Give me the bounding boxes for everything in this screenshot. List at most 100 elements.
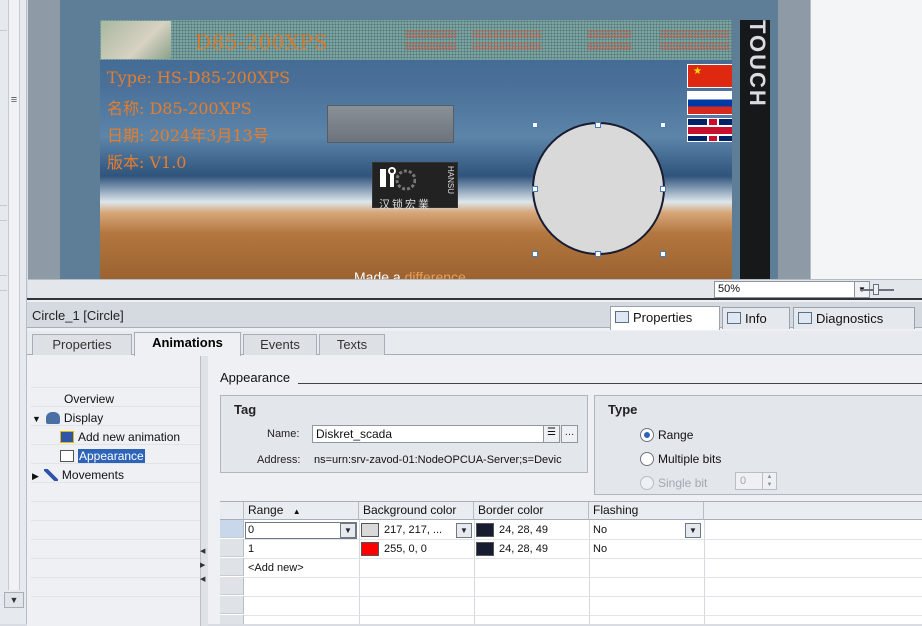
hmi-gray-button[interactable] xyxy=(327,105,454,143)
grid-line xyxy=(589,520,590,624)
border-color-swatch[interactable] xyxy=(476,542,494,556)
flashing-cell[interactable]: No xyxy=(593,541,673,558)
tag-list-button[interactable]: ☰ xyxy=(543,425,560,443)
tree-row-divider xyxy=(31,482,203,483)
gutter-divider xyxy=(0,275,7,276)
single-bit-stepper[interactable]: 0 ▲ ▼ xyxy=(735,472,777,490)
range-cell[interactable]: 1 xyxy=(248,541,338,558)
uk-flag-button[interactable] xyxy=(687,118,732,142)
china-flag-button[interactable]: ★ xyxy=(687,64,732,88)
selection-handle[interactable] xyxy=(660,186,666,192)
gutter-divider xyxy=(0,290,7,291)
tag-browse-button[interactable]: … xyxy=(561,425,578,443)
grip-icon[interactable]: ≡ xyxy=(9,92,19,108)
zoom-slider-thumb[interactable] xyxy=(873,284,879,295)
bg-color-cell[interactable]: 217, 217, ... xyxy=(384,522,454,539)
subtab-properties[interactable]: Properties xyxy=(32,334,132,355)
multiple-bits-radio-label: Multiple bits xyxy=(658,452,722,466)
tree-row-divider xyxy=(31,558,203,559)
tree-item-movements[interactable]: ▶ Movements xyxy=(32,468,124,482)
row-header[interactable] xyxy=(220,615,244,624)
tag-name-field[interactable]: Diskret_scada xyxy=(312,425,544,443)
zoom-select[interactable]: 50% ▼ xyxy=(714,281,870,298)
expand-down-icon[interactable]: ▼ xyxy=(32,414,41,424)
tree-row-divider xyxy=(31,596,203,597)
header-dot-text xyxy=(472,30,542,38)
border-color-swatch[interactable] xyxy=(476,523,494,537)
properties-icon xyxy=(615,311,629,323)
selected-circle[interactable] xyxy=(532,122,665,255)
border-color-cell[interactable]: 24, 28, 49 xyxy=(499,522,584,539)
splitter-arrows-icon[interactable]: ◀ ▶ ◀ xyxy=(200,545,208,605)
grid-line xyxy=(244,539,922,540)
multiple-bits-radio[interactable] xyxy=(640,452,654,466)
hmi-model-title: D85-200XPS xyxy=(195,30,328,54)
russia-flag-button[interactable] xyxy=(687,91,732,115)
row-header[interactable] xyxy=(220,539,244,557)
table-corner xyxy=(220,502,244,520)
selection-handle[interactable] xyxy=(532,186,538,192)
col-header-flashing[interactable]: Flashing xyxy=(589,502,704,520)
grid-line xyxy=(244,615,922,616)
chevron-down-icon[interactable]: ▼ xyxy=(340,523,356,538)
subtab-events[interactable]: Events xyxy=(243,334,317,355)
subtab-animations[interactable]: Animations xyxy=(134,332,241,356)
add-new-row[interactable]: <Add new> xyxy=(248,560,358,577)
selection-handle[interactable] xyxy=(532,122,538,128)
tab-properties-label: Properties xyxy=(633,310,693,325)
row-header[interactable] xyxy=(220,558,244,576)
border-color-cell[interactable]: 24, 28, 49 xyxy=(499,541,584,558)
range-cell[interactable]: 0 xyxy=(248,522,338,539)
header-dot-text xyxy=(472,42,542,50)
row-header[interactable] xyxy=(220,520,244,538)
col-header-border-color[interactable]: Border color xyxy=(474,502,589,520)
hmi-info-date: 日期: 2024年3月13号 xyxy=(107,126,269,145)
flashing-cell[interactable]: No xyxy=(593,522,673,539)
gutter-divider xyxy=(0,220,7,221)
selection-handle[interactable] xyxy=(595,251,601,257)
hmi-logo-image xyxy=(101,21,171,59)
tree-item-overview[interactable]: Overview xyxy=(64,392,114,406)
star-icon: ★ xyxy=(693,66,702,77)
tree-item-display[interactable]: ▼ Display xyxy=(32,411,103,425)
header-dot-text xyxy=(587,30,631,38)
animation-tree: Overview ▼ Display Add new animation Appe… xyxy=(27,356,207,626)
inspector-title: Circle_1 [Circle] xyxy=(32,308,124,323)
grid-line xyxy=(244,596,922,597)
tree-item-add-new-animation[interactable]: Add new animation xyxy=(60,430,180,444)
expand-right-icon[interactable]: ▶ xyxy=(32,471,39,481)
selection-handle[interactable] xyxy=(660,251,666,257)
selection-handle[interactable] xyxy=(532,251,538,257)
tree-row-divider xyxy=(31,539,203,540)
stepper-arrows-icon[interactable]: ▲ ▼ xyxy=(762,473,776,489)
col-header-range[interactable]: Range ▲ xyxy=(244,502,359,520)
diagnostics-icon xyxy=(798,312,812,324)
display-icon xyxy=(45,412,60,424)
chevron-down-icon[interactable]: ▼ xyxy=(685,523,701,538)
inspector-subtabs: Properties Animations Events Texts xyxy=(27,331,922,356)
scroll-down-button[interactable]: ▼ xyxy=(4,592,24,608)
tab-info[interactable]: Info xyxy=(722,307,790,329)
bg-color-cell[interactable]: 255, 0, 0 xyxy=(384,541,469,558)
single-bit-radio[interactable] xyxy=(640,476,654,490)
row-header[interactable] xyxy=(220,577,244,595)
tree-item-appearance[interactable]: Appearance xyxy=(60,449,145,463)
bg-color-swatch[interactable] xyxy=(361,542,379,556)
hansu-logo: 汉锁宏業 HANSU xyxy=(372,162,458,211)
vertical-scrollbar[interactable] xyxy=(8,0,20,590)
range-radio[interactable] xyxy=(640,428,654,442)
grid-line xyxy=(244,577,922,578)
tree-item-movements-label: Movements xyxy=(61,468,124,482)
col-header-bg-color[interactable]: Background color xyxy=(359,502,474,520)
tools-icon xyxy=(380,167,416,191)
tab-diagnostics[interactable]: Diagnostics xyxy=(793,307,915,329)
chevron-down-icon[interactable]: ▼ xyxy=(456,523,472,538)
selection-handle[interactable] xyxy=(595,122,601,128)
touch-label: TOUCH xyxy=(745,20,770,108)
tab-properties[interactable]: Properties xyxy=(610,306,720,330)
gutter-divider xyxy=(0,205,7,206)
bg-color-swatch[interactable] xyxy=(361,523,379,537)
row-header[interactable] xyxy=(220,596,244,614)
selection-handle[interactable] xyxy=(660,122,666,128)
subtab-texts[interactable]: Texts xyxy=(319,334,385,355)
